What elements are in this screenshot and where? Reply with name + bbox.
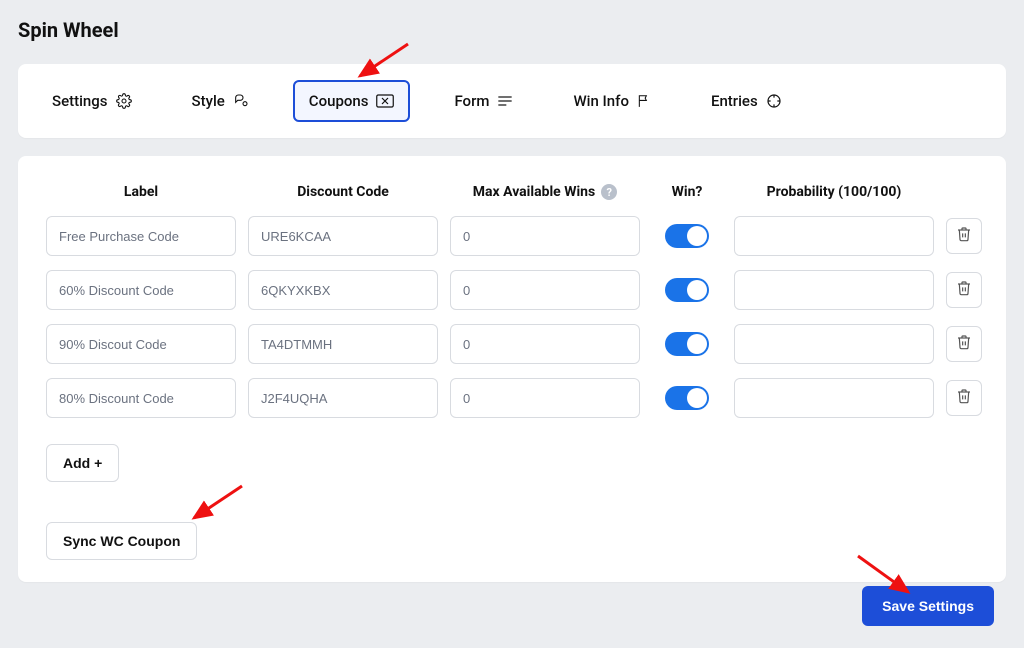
coupon-icon <box>376 94 394 108</box>
style-icon <box>233 93 249 109</box>
label-input[interactable] <box>46 270 236 310</box>
tab-label: Settings <box>52 92 108 110</box>
header-discount-code: Discount Code <box>248 184 438 200</box>
table-row <box>46 378 978 418</box>
table-headers: Label Discount Code Max Available Wins ?… <box>46 184 978 200</box>
win-toggle[interactable] <box>665 386 709 410</box>
probability-input[interactable] <box>734 216 934 256</box>
delete-button[interactable] <box>946 272 982 308</box>
max-wins-input[interactable] <box>450 378 640 418</box>
trash-icon <box>956 280 972 300</box>
tab-entries[interactable]: Entries <box>695 80 798 122</box>
label-input[interactable] <box>46 324 236 364</box>
tab-coupons[interactable]: Coupons <box>293 80 411 122</box>
trash-icon <box>956 226 972 246</box>
tab-label: Style <box>192 92 225 110</box>
gear-icon <box>116 93 132 109</box>
header-text: Max Available Wins <box>473 184 595 200</box>
header-probability: Probability (100/100) <box>734 184 934 200</box>
sync-wc-coupon-button[interactable]: Sync WC Coupon <box>46 522 197 560</box>
trash-icon <box>956 334 972 354</box>
tab-style[interactable]: Style <box>176 80 265 122</box>
delete-button[interactable] <box>946 380 982 416</box>
max-wins-input[interactable] <box>450 324 640 364</box>
help-icon[interactable]: ? <box>601 184 617 200</box>
tab-bar: Settings Style Coupons Form Win Info <box>18 64 1006 138</box>
tab-label: Win Info <box>573 92 629 110</box>
save-settings-button[interactable]: Save Settings <box>862 586 994 626</box>
max-wins-input[interactable] <box>450 270 640 310</box>
label-input[interactable] <box>46 216 236 256</box>
table-row <box>46 324 978 364</box>
win-toggle[interactable] <box>665 224 709 248</box>
table-row <box>46 270 978 310</box>
tab-label: Form <box>454 92 489 110</box>
delete-button[interactable] <box>946 218 982 254</box>
tab-settings[interactable]: Settings <box>36 80 148 122</box>
tab-wininfo[interactable]: Win Info <box>557 80 667 122</box>
header-win: Win? <box>652 184 722 200</box>
table-row <box>46 216 978 256</box>
entries-icon <box>766 93 782 109</box>
tab-form[interactable]: Form <box>438 80 529 122</box>
tab-label: Coupons <box>309 92 369 110</box>
max-wins-input[interactable] <box>450 216 640 256</box>
add-button[interactable]: Add + <box>46 444 119 482</box>
trash-icon <box>956 388 972 408</box>
form-icon <box>497 95 513 107</box>
discount-code-input[interactable] <box>248 378 438 418</box>
tab-label: Entries <box>711 92 758 110</box>
win-toggle[interactable] <box>665 278 709 302</box>
probability-input[interactable] <box>734 378 934 418</box>
header-max-wins: Max Available Wins ? <box>450 184 640 200</box>
probability-input[interactable] <box>734 270 934 310</box>
discount-code-input[interactable] <box>248 270 438 310</box>
header-label: Label <box>46 184 236 200</box>
label-input[interactable] <box>46 378 236 418</box>
discount-code-input[interactable] <box>248 216 438 256</box>
flag-icon <box>637 93 651 109</box>
coupon-panel: Label Discount Code Max Available Wins ?… <box>18 156 1006 582</box>
probability-input[interactable] <box>734 324 934 364</box>
delete-button[interactable] <box>946 326 982 362</box>
page-title: Spin Wheel <box>18 18 1006 42</box>
discount-code-input[interactable] <box>248 324 438 364</box>
win-toggle[interactable] <box>665 332 709 356</box>
